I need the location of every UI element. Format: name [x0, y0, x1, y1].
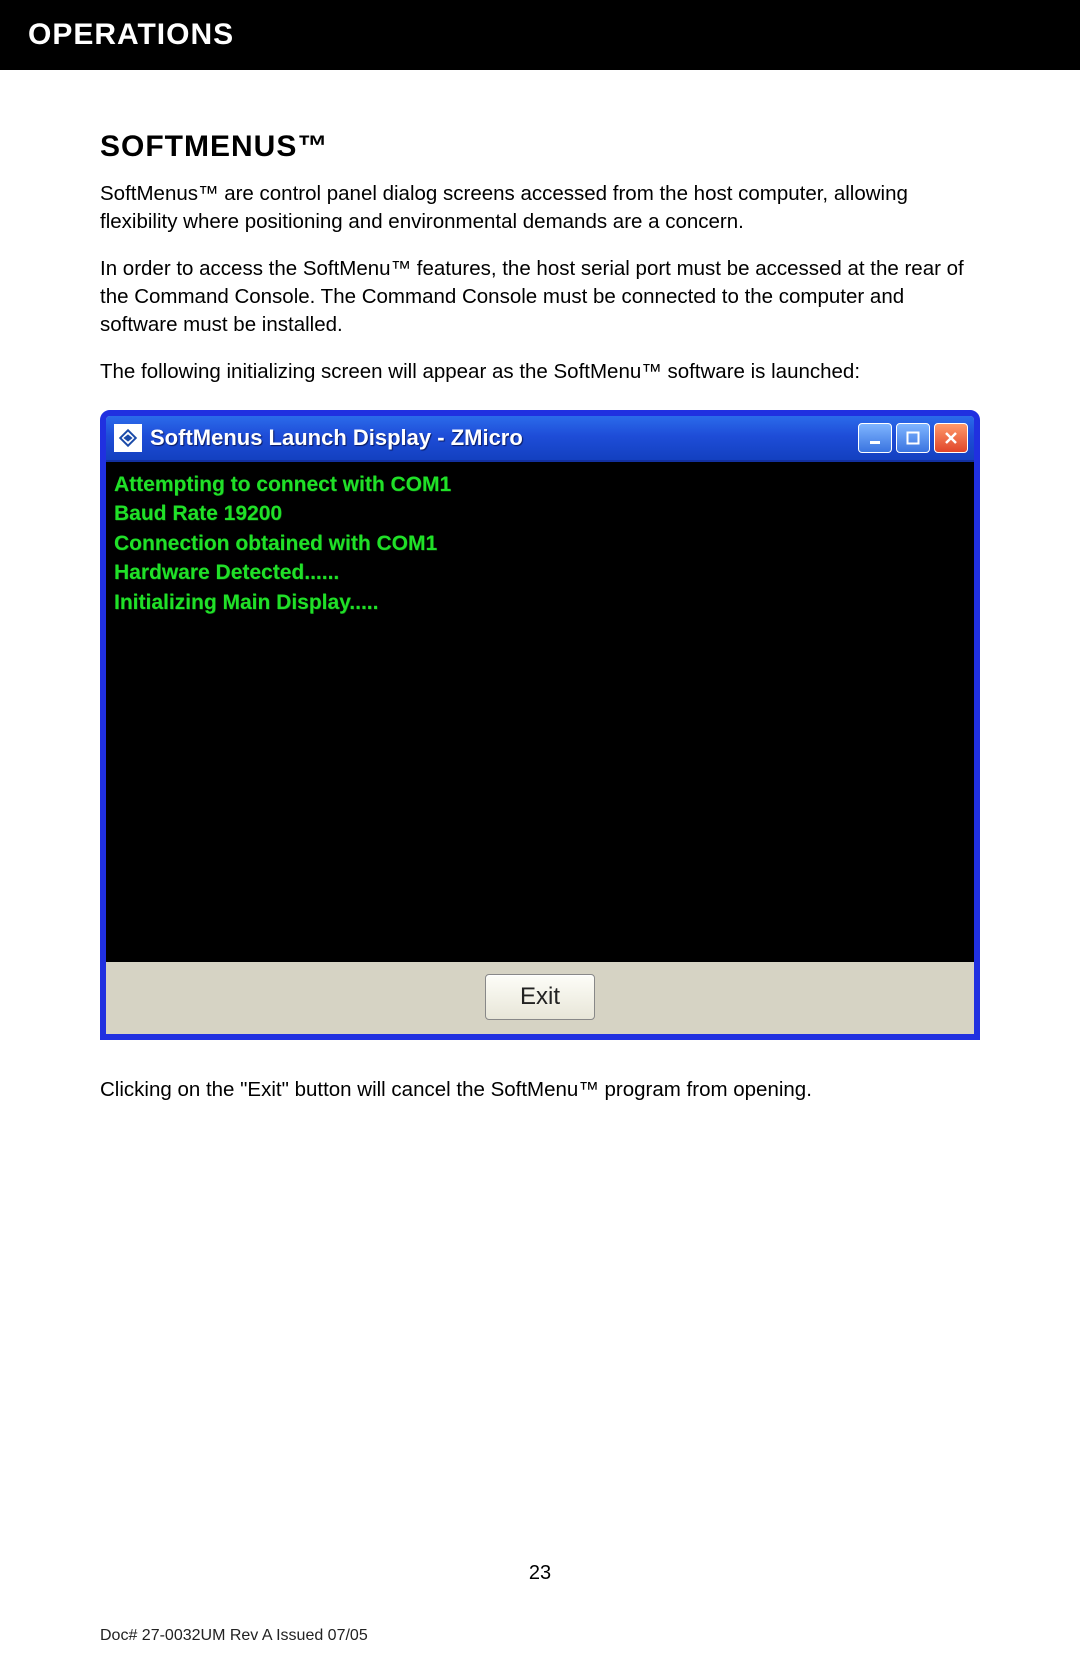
app-icon — [114, 424, 142, 452]
page-content: SOFTMENUS™ SoftMenus™ are control panel … — [0, 70, 1080, 1104]
maximize-button[interactable] — [896, 423, 930, 453]
close-button[interactable] — [934, 423, 968, 453]
exit-button[interactable]: Exit — [485, 974, 595, 1020]
console-output: Attempting to connect with COM1 Baud Rat… — [106, 462, 974, 962]
console-line: Initializing Main Display..... — [114, 588, 962, 617]
paragraph-1: SoftMenus™ are control panel dialog scre… — [100, 180, 980, 235]
window-button-row: Exit — [106, 962, 974, 1034]
paragraph-2: In order to access the SoftMenu™ feature… — [100, 255, 980, 338]
console-line: Baud Rate 19200 — [114, 499, 962, 528]
doc-id: Doc# 27-0032UM Rev A Issued 07/05 — [0, 1627, 1080, 1669]
header-title: OPERATIONS — [28, 18, 234, 51]
page-footer: 23 Doc# 27-0032UM Rev A Issued 07/05 — [0, 1562, 1080, 1669]
console-line: Connection obtained with COM1 — [114, 529, 962, 558]
paragraph-4: Clicking on the "Exit" button will cance… — [100, 1076, 980, 1104]
window-controls — [858, 423, 968, 453]
window-titlebar[interactable]: SoftMenus Launch Display - ZMicro — [106, 416, 974, 462]
softmenus-window: SoftMenus Launch Display - ZMicro Attemp… — [100, 410, 980, 1040]
console-line: Attempting to connect with COM1 — [114, 470, 962, 499]
window-title: SoftMenus Launch Display - ZMicro — [150, 425, 858, 451]
section-title: SOFTMENUS™ — [100, 130, 980, 164]
paragraph-3: The following initializing screen will a… — [100, 358, 980, 386]
console-line: Hardware Detected...... — [114, 558, 962, 587]
page-header: OPERATIONS — [0, 0, 1080, 70]
minimize-button[interactable] — [858, 423, 892, 453]
page-number: 23 — [0, 1562, 1080, 1627]
